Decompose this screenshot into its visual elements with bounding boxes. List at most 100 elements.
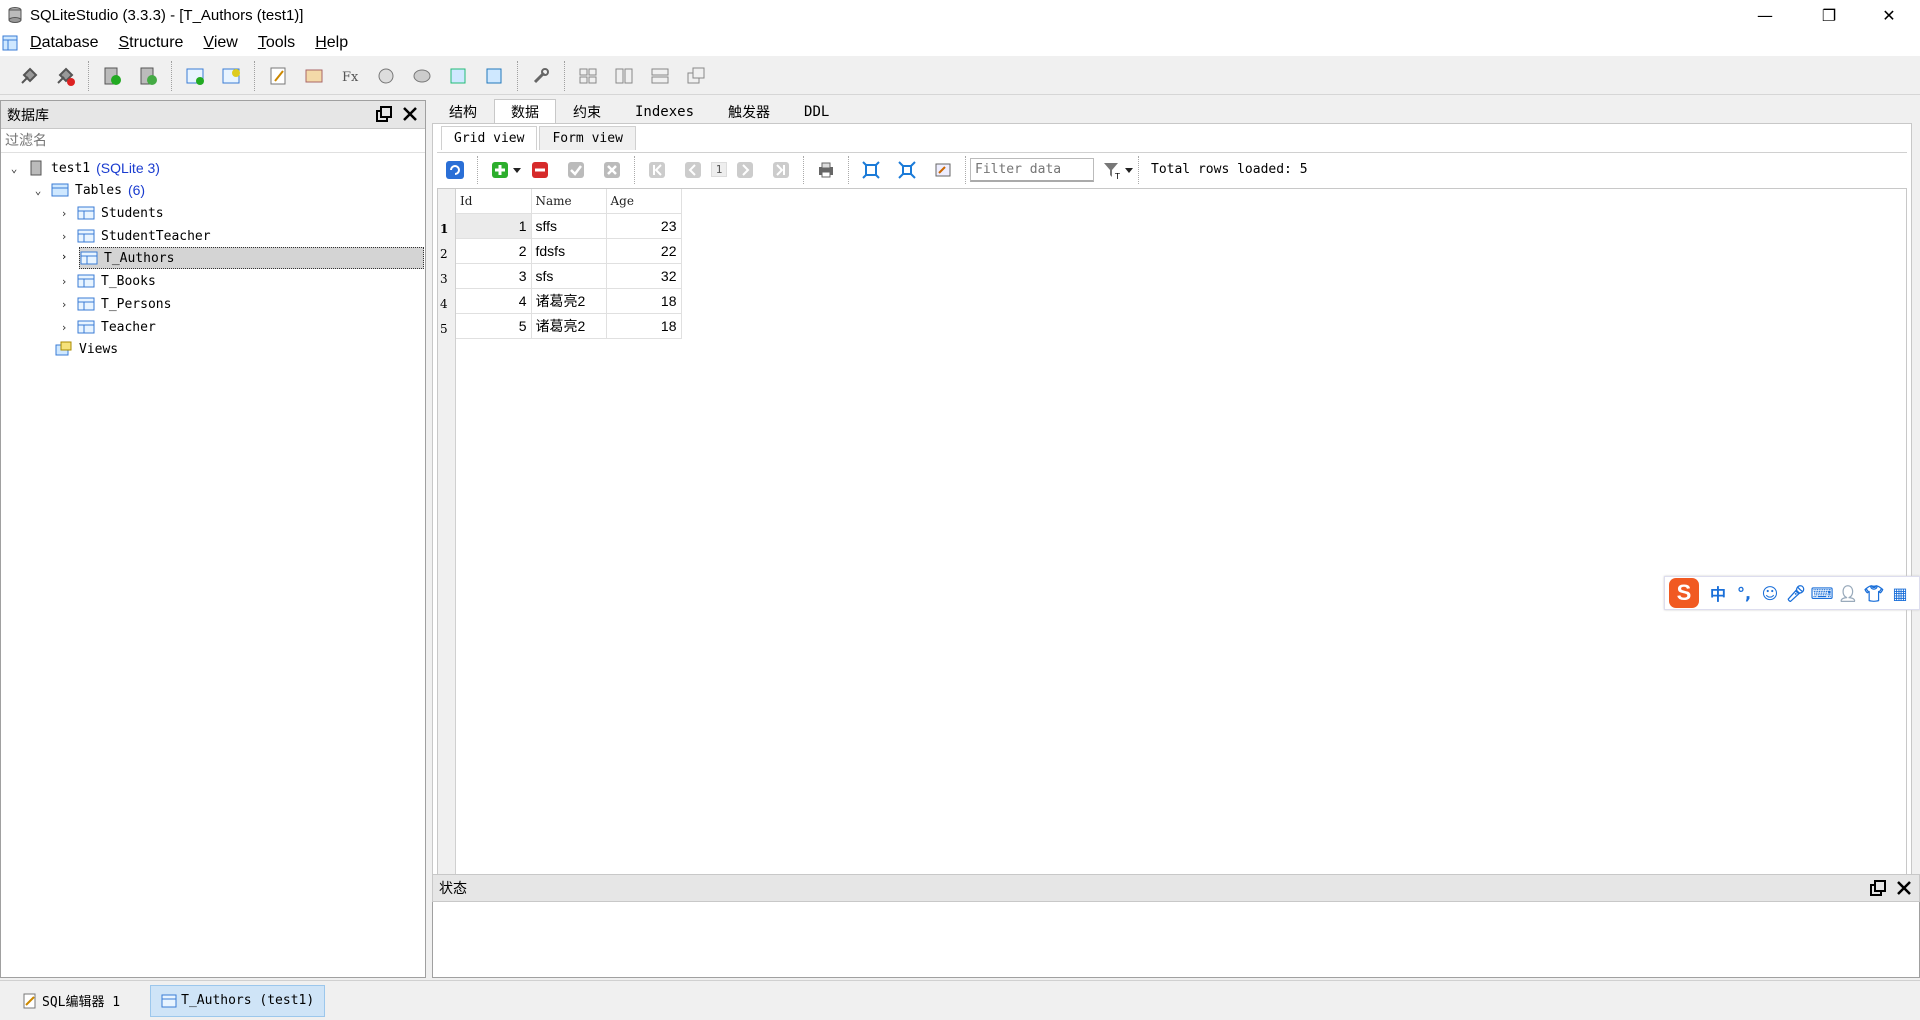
cell-age[interactable]: 32	[606, 263, 682, 289]
cell-id[interactable]: 2	[456, 238, 532, 264]
table-row[interactable]: 2 fdsfs 22	[456, 238, 682, 264]
filter-mode-button[interactable]: T	[1100, 158, 1124, 182]
chevron-right-icon[interactable]: ›	[57, 275, 71, 288]
table-row[interactable]: 3 sfs 32	[456, 263, 682, 289]
cascade-button[interactable]	[681, 61, 711, 91]
cell-name[interactable]: sffs	[531, 213, 607, 239]
tree-item-db[interactable]: ⌄ test1 (SQLite 3)	[7, 157, 160, 179]
tab-ddl[interactable]: DDL	[787, 99, 846, 123]
column-header-id[interactable]: Id	[456, 189, 532, 214]
cell-age[interactable]: 22	[606, 238, 682, 264]
close-button[interactable]: ✕	[1860, 0, 1918, 30]
menu-help[interactable]: Help	[315, 34, 348, 52]
config-button[interactable]	[526, 61, 556, 91]
chevron-down-icon[interactable]: ⌄	[7, 162, 21, 175]
cell-id[interactable]: 4	[456, 288, 532, 314]
cell-age[interactable]: 18	[606, 288, 682, 314]
extensions-button[interactable]	[407, 61, 437, 91]
cell-name[interactable]: sfs	[531, 263, 607, 289]
history-button[interactable]	[299, 61, 329, 91]
chevron-right-icon[interactable]: ›	[57, 250, 71, 263]
page-number[interactable]: 1	[711, 162, 727, 177]
undock-icon[interactable]	[375, 105, 393, 123]
chevron-right-icon[interactable]: ›	[57, 207, 71, 220]
cell-id[interactable]: 5	[456, 313, 532, 339]
tree-item-table[interactable]: › T_Persons	[57, 293, 172, 315]
sogou-logo-icon[interactable]: S	[1669, 578, 1699, 608]
emoji-icon[interactable]: ☺	[1757, 581, 1783, 605]
delete-row-button[interactable]	[528, 158, 552, 182]
edit-table-button[interactable]	[216, 61, 246, 91]
tree-item-views[interactable]: Views	[55, 338, 118, 360]
connect-button[interactable]	[14, 61, 44, 91]
minimize-button[interactable]: —	[1736, 0, 1794, 30]
column-header-age[interactable]: Age	[606, 189, 682, 214]
menu-tools[interactable]: Tools	[258, 34, 295, 52]
disconnect-button[interactable]	[50, 61, 80, 91]
import-button[interactable]	[443, 61, 473, 91]
skin-shirt-icon[interactable]: 👕︎	[1861, 581, 1887, 605]
tile-button[interactable]	[573, 61, 603, 91]
row-number[interactable]: 5	[440, 322, 448, 336]
task-sql-editor[interactable]: SQL编辑器 1	[12, 985, 130, 1017]
tree-item-table[interactable]: › T_Books	[57, 270, 156, 292]
tab-grid-view[interactable]: Grid view	[441, 126, 538, 150]
status-log[interactable]	[432, 902, 1920, 978]
tree-item-table[interactable]: › Teacher	[57, 316, 156, 338]
expand-columns-button[interactable]	[859, 158, 883, 182]
rollback-button[interactable]	[600, 158, 624, 182]
refresh-button[interactable]	[443, 158, 467, 182]
export-button[interactable]	[479, 61, 509, 91]
tree-item-table-selected[interactable]: T_Authors	[79, 247, 424, 269]
collations-button[interactable]	[371, 61, 401, 91]
edit-cell-button[interactable]	[931, 158, 955, 182]
cell-name[interactable]: fdsfs	[531, 238, 607, 264]
dropdown-arrow-icon[interactable]	[512, 165, 522, 175]
task-table-window[interactable]: T_Authors (test1)	[150, 984, 326, 1017]
insert-row-button[interactable]	[488, 158, 512, 182]
chevron-right-icon[interactable]: ›	[57, 230, 71, 243]
tile-vertical-button[interactable]	[645, 61, 675, 91]
table-row[interactable]: 5 诸葛亮2 18	[456, 313, 682, 339]
sql-editor-button[interactable]	[263, 61, 293, 91]
last-page-button[interactable]	[769, 158, 793, 182]
first-page-button[interactable]	[645, 158, 669, 182]
tab-triggers[interactable]: 触发器	[711, 99, 787, 123]
chevron-down-icon[interactable]: ⌄	[31, 184, 45, 197]
add-database-button[interactable]	[97, 61, 127, 91]
keyboard-icon[interactable]: ⌨	[1809, 581, 1835, 605]
next-page-button[interactable]	[733, 158, 757, 182]
chevron-right-icon[interactable]: ›	[57, 298, 71, 311]
print-button[interactable]	[814, 158, 838, 182]
menu-database[interactable]: Database	[30, 34, 99, 52]
tab-form-view[interactable]: Form view	[539, 126, 636, 150]
user-icon[interactable]: 👤︎	[1835, 581, 1861, 605]
filter-data-input[interactable]	[970, 157, 1094, 182]
cell-name[interactable]: 诸葛亮2	[531, 313, 607, 339]
dropdown-arrow-icon[interactable]	[1124, 165, 1134, 175]
row-number[interactable]: 3	[440, 272, 448, 286]
functions-button[interactable]: Fx	[335, 61, 365, 91]
collapse-columns-button[interactable]	[895, 158, 919, 182]
undock-icon[interactable]	[1869, 879, 1887, 897]
tree-item-table[interactable]: › StudentTeacher	[57, 225, 211, 247]
table-row[interactable]: 4 诸葛亮2 18	[456, 288, 682, 314]
cell-id[interactable]: 1	[456, 213, 532, 239]
table-row[interactable]: 1 sffs 23	[456, 213, 682, 239]
column-header-name[interactable]: Name	[531, 189, 607, 214]
grid-menu-icon[interactable]: ▦	[1887, 581, 1913, 605]
commit-button[interactable]	[564, 158, 588, 182]
microphone-icon[interactable]: 🎤︎	[1783, 581, 1809, 605]
row-number[interactable]: 4	[440, 297, 448, 311]
ime-punctuation-toggle[interactable]: °,	[1731, 581, 1757, 605]
tab-constraints[interactable]: 约束	[556, 99, 618, 123]
cell-age[interactable]: 18	[606, 313, 682, 339]
create-table-button[interactable]	[180, 61, 210, 91]
cell-name[interactable]: 诸葛亮2	[531, 288, 607, 314]
row-number[interactable]: 2	[440, 247, 448, 261]
tree-item-tables[interactable]: ⌄ Tables (6)	[31, 179, 145, 201]
db-filter-input[interactable]	[1, 129, 425, 153]
row-number[interactable]: 1	[440, 222, 448, 236]
tab-indexes[interactable]: Indexes	[618, 99, 711, 123]
menu-view[interactable]: View	[203, 34, 237, 52]
